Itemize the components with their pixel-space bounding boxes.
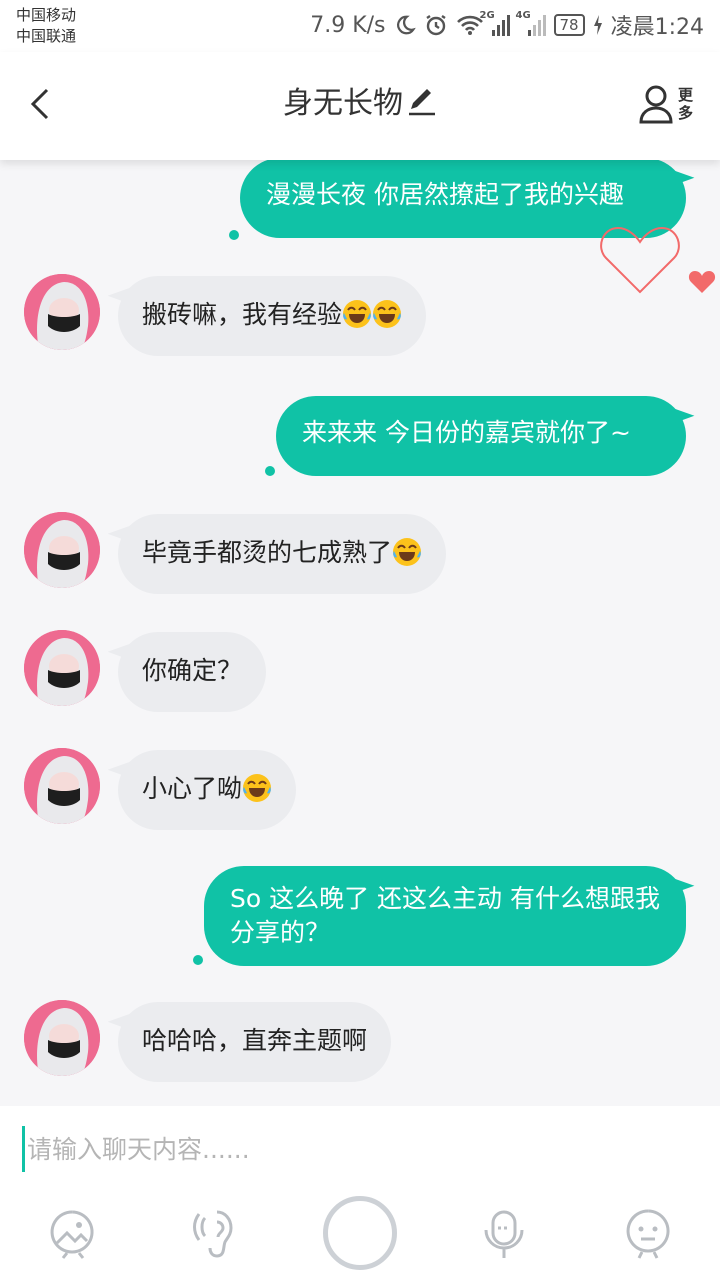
signal-2g-label: 2G xyxy=(479,10,495,21)
message-text: So 这么晚了 还这么主动 有什么想跟我分享的？ xyxy=(230,884,661,947)
message-text: 来来来 今日份的嘉宾就你了~ xyxy=(302,418,631,447)
tears-of-joy-emoji xyxy=(393,538,422,566)
read-indicator xyxy=(265,466,275,476)
message-text: 哈哈哈，直奔主题啊 xyxy=(142,1026,368,1055)
battery-level: 78 xyxy=(553,14,585,36)
carrier-info: 中国移动 中国联通 xyxy=(16,5,76,47)
message-bubble-received[interactable]: 搬砖嘛，我有经验 xyxy=(118,276,427,356)
carrier-2: 中国联通 xyxy=(16,27,77,45)
message-text: 毕竟手都烫的七成熟了 xyxy=(142,538,393,567)
message-list[interactable]: 漫漫长夜 你居然撩起了我的兴趣 搬砖嘛，我有经验 来来来 今日份的嘉宾就你了~ … xyxy=(0,160,720,1106)
read-indicator xyxy=(193,955,203,965)
carrier-1: 中国移动 xyxy=(16,6,77,24)
voice-effect-icon xyxy=(193,1210,233,1258)
message-bubble-received[interactable]: 毕竟手都烫的七成熟了 xyxy=(118,514,447,594)
composer xyxy=(0,1106,720,1280)
avatar[interactable] xyxy=(24,748,100,824)
more-button[interactable]: 更多 xyxy=(638,82,696,126)
composer-toolbar xyxy=(0,1194,720,1274)
avatar[interactable] xyxy=(24,512,100,588)
avatar[interactable] xyxy=(24,1000,100,1076)
heart-outline-icon[interactable] xyxy=(598,224,682,294)
message-bubble-received[interactable]: 你确定？ xyxy=(118,632,267,712)
network-speed: 7.9 K/s xyxy=(310,12,386,38)
alarm-icon xyxy=(425,15,446,36)
message-bubble-sent[interactable]: So 这么晚了 还这么主动 有什么想跟我分享的？ xyxy=(204,866,686,966)
signal-2g-icon: 2G xyxy=(480,10,510,36)
message-text: 搬砖嘛，我有经验 xyxy=(142,300,343,329)
message-bubble-sent[interactable]: 来来来 今日份的嘉宾就你了~ xyxy=(276,396,686,476)
image-button[interactable] xyxy=(42,1204,102,1264)
tears-of-joy-emoji xyxy=(373,300,402,328)
voice-effect-button[interactable] xyxy=(186,1204,246,1264)
moon-icon xyxy=(396,15,416,35)
user-icon xyxy=(639,85,673,124)
chat-header: 身无长物 更多 xyxy=(0,52,720,160)
more-label: 更多 xyxy=(678,86,694,122)
record-button[interactable] xyxy=(323,1196,397,1270)
chat-title: 身无长物 xyxy=(0,82,720,126)
status-indicators: 7.9 K/s 2G 4G 78 凌晨1:24 xyxy=(310,10,704,40)
heart-icon[interactable] xyxy=(688,270,716,294)
message-text: 你确定？ xyxy=(142,656,243,685)
signal-4g-icon: 4G xyxy=(516,10,546,36)
avatar[interactable] xyxy=(24,274,100,350)
emoji-button[interactable] xyxy=(618,1204,678,1264)
tears-of-joy-emoji xyxy=(243,774,272,802)
image-icon xyxy=(50,1210,94,1259)
charging-icon xyxy=(593,15,602,35)
message-bubble-received[interactable]: 小心了呦 xyxy=(118,750,297,830)
chat-input[interactable] xyxy=(22,1126,682,1172)
message-text: 漫漫长夜 你居然撩起了我的兴趣 xyxy=(266,180,624,209)
read-indicator xyxy=(229,230,239,240)
voice-to-text-button[interactable] xyxy=(474,1204,534,1264)
contact-name: 身无长物 xyxy=(283,86,403,121)
edit-icon[interactable] xyxy=(407,87,437,117)
tears-of-joy-emoji xyxy=(343,300,372,328)
voice-to-text-icon xyxy=(484,1210,524,1258)
clock: 凌晨1:24 xyxy=(610,15,704,40)
message-text: 小心了呦 xyxy=(142,774,243,803)
signal-4g-label: 4G xyxy=(515,10,531,21)
avatar[interactable] xyxy=(24,630,100,706)
status-bar: 中国移动 中国联通 7.9 K/s 2G 4G 78 凌晨1:24 xyxy=(0,0,720,52)
message-bubble-received[interactable]: 哈哈哈，直奔主题啊 xyxy=(118,1002,392,1082)
emoji-icon xyxy=(626,1209,670,1259)
